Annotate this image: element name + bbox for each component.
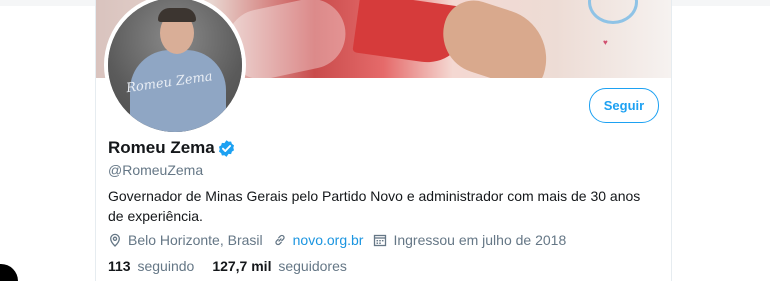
profile-card: ♥ Romeu Zema Seguir Romeu Zema @RomeuZem…	[95, 0, 672, 281]
profile-meta: Belo Horizonte, Brasil novo.org.br Ingre…	[108, 231, 576, 249]
joined-text: Ingressou em julho de 2018	[393, 232, 567, 248]
location-pin-icon	[110, 233, 120, 247]
banner-shape	[432, 0, 560, 78]
bio: Governador de Minas Gerais pelo Partido …	[108, 188, 641, 224]
calendar-icon	[374, 234, 387, 247]
banner-logo	[588, 0, 638, 24]
follow-button[interactable]: Seguir	[589, 88, 659, 123]
joined-item: Ingressou em julho de 2018	[373, 232, 566, 248]
following-stat[interactable]: 113 seguindo	[108, 258, 194, 274]
location-item: Belo Horizonte, Brasil	[108, 232, 263, 248]
link-icon	[275, 234, 285, 246]
location-text: Belo Horizonte, Brasil	[128, 232, 263, 248]
website-item: novo.org.br	[273, 232, 364, 248]
avatar-hair	[158, 8, 196, 22]
following-label: seguindo	[137, 258, 195, 274]
website-link[interactable]: novo.org.br	[293, 232, 364, 248]
corner-shadow	[0, 264, 18, 281]
verified-badge-icon	[218, 140, 235, 157]
following-count: 113	[108, 258, 131, 274]
followers-label: seguidores	[278, 258, 347, 274]
handle: @RomeuZema	[108, 162, 204, 178]
followers-stat[interactable]: 127,7 mil seguidores	[212, 258, 347, 274]
display-name: Romeu Zema	[108, 138, 215, 157]
banner-mark: ♥	[603, 38, 608, 47]
followers-count: 127,7 mil	[212, 258, 272, 274]
profile-stats: 113 seguindo 127,7 mil seguidores	[108, 258, 365, 274]
avatar[interactable]: Romeu Zema	[104, 0, 246, 136]
